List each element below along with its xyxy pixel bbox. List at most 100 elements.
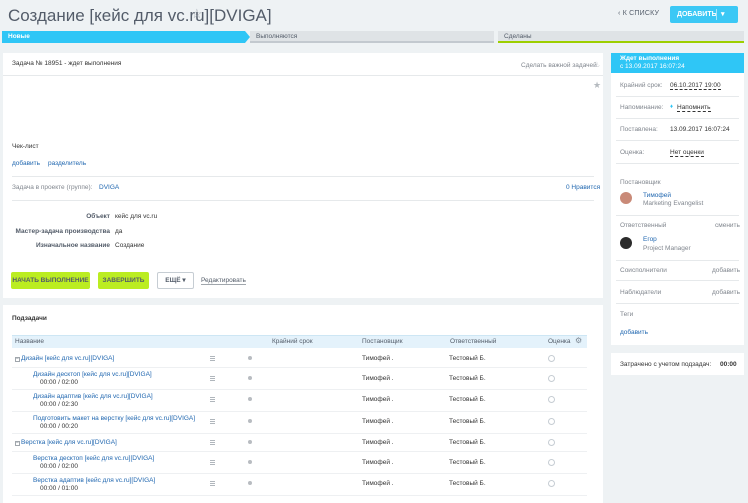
subtask-responsible[interactable]: Тестовый Б. — [449, 355, 486, 362]
divider — [3, 75, 603, 76]
responsible-name[interactable]: Егор — [643, 236, 657, 243]
row-menu-icon[interactable] — [210, 397, 215, 402]
likes-link[interactable]: 0 Нравится — [566, 184, 600, 191]
project-label: Задача в проекте (группе): — [12, 184, 93, 191]
flame-icon[interactable]: ♨ — [593, 60, 600, 69]
row-separator — [12, 367, 587, 368]
rating-value[interactable]: Нет оценки — [670, 149, 704, 157]
status-dot-icon — [248, 440, 252, 444]
edit-link[interactable]: Редактировать — [201, 277, 246, 285]
col-rating[interactable]: Оценка — [548, 338, 571, 345]
deadline-value[interactable]: 06.10.2017 19:00 — [670, 82, 721, 90]
favorite-star-icon[interactable]: ☆ — [191, 6, 203, 22]
to-list-link[interactable]: ‹ К СПИСКУ — [618, 10, 659, 17]
chevron-down-icon: ▾ — [182, 277, 186, 284]
subtask-time: 00:00 / 01:00 — [40, 485, 78, 492]
subtask-responsible[interactable]: Тестовый Б. — [449, 396, 486, 403]
gear-icon[interactable]: ⚙ — [575, 336, 582, 345]
row-menu-icon[interactable] — [210, 376, 215, 381]
row-menu-icon[interactable] — [210, 440, 215, 445]
rating-circle-icon[interactable] — [548, 375, 555, 382]
observers-add-link[interactable]: добавить — [712, 289, 740, 296]
subtask-time: 00:00 / 02:00 — [40, 463, 78, 470]
subtask-name[interactable]: Дизайн адаптив [кейс для vc.ru][DVIGA] — [33, 393, 153, 400]
row-menu-icon[interactable] — [210, 419, 215, 424]
tags-add-link[interactable]: добавить — [620, 329, 648, 336]
subtask-creator[interactable]: Тимофей . — [362, 418, 394, 425]
rating-circle-icon[interactable] — [548, 480, 555, 487]
row-menu-icon[interactable] — [210, 356, 215, 361]
responsible-change-link[interactable]: сменить — [715, 222, 740, 229]
checklist-separator-link[interactable]: разделитель — [48, 160, 86, 167]
project-link[interactable]: DVIGA — [99, 184, 119, 191]
status-dot-icon — [248, 460, 252, 464]
col-deadline[interactable]: Крайний срок — [272, 338, 313, 345]
subtask-creator[interactable]: Тимофей . — [362, 355, 394, 362]
divider — [12, 176, 594, 177]
rating-circle-icon[interactable] — [548, 355, 555, 362]
col-creator[interactable]: Постановщик — [362, 338, 403, 345]
row-menu-icon[interactable] — [210, 481, 215, 486]
start-button[interactable]: НАЧАТЬ ВЫПОЛНЕНИЕ — [11, 272, 90, 289]
row-separator — [12, 433, 587, 434]
subtask-creator[interactable]: Тимофей . — [362, 439, 394, 446]
row-menu-icon[interactable] — [210, 460, 215, 465]
bell-icon: ♦ — [670, 104, 674, 110]
subtask-creator[interactable]: Тимофей . — [362, 480, 394, 487]
col-name[interactable]: Название — [15, 338, 44, 345]
coexecutors-add-link[interactable]: добавить — [712, 267, 740, 274]
subtask-creator[interactable]: Тимофей . — [362, 459, 394, 466]
rating-circle-icon[interactable] — [548, 459, 555, 466]
creator-role: Marketing Evangelist — [643, 200, 704, 207]
status-dot-icon — [248, 376, 252, 380]
field-value-object: кейс для vc.ru — [115, 213, 158, 220]
remind-link[interactable]: Напомнить — [677, 104, 711, 112]
rating-circle-icon[interactable] — [548, 396, 555, 403]
chevron-down-icon[interactable]: ▾ — [721, 10, 725, 18]
subtask-name[interactable]: Подготовить макет на верстку [кейс для v… — [33, 415, 195, 422]
checklist-add-link[interactable]: добавить — [12, 160, 40, 167]
creator-name[interactable]: Тимофей — [643, 192, 671, 199]
add-button-label: ДОБАВИТЬ — [677, 11, 717, 18]
subtask-name[interactable]: Дизайн [кейс для vc.ru][DVIGA] — [21, 355, 114, 362]
subtask-name[interactable]: Дизайн десктоп [кейс для vc.ru][DVIGA] — [33, 371, 152, 378]
add-button[interactable]: ДОБАВИТЬ ▾ — [670, 6, 738, 23]
stage-new[interactable]: Новые — [2, 31, 245, 43]
more-button[interactable]: ЕЩЁ ▾ — [157, 272, 194, 289]
subtask-creator[interactable]: Тимофей . — [362, 396, 394, 403]
subtask-responsible[interactable]: Тестовый Б. — [449, 459, 486, 466]
finish-button[interactable]: ЗАВЕРШИТЬ — [98, 272, 149, 289]
subtask-responsible[interactable]: Тестовый Б. — [449, 480, 486, 487]
rating-circle-icon[interactable] — [548, 418, 555, 425]
tags-label: Теги — [620, 311, 634, 318]
subtask-name[interactable]: Верстка [кейс для vc.ru][DVIGA] — [21, 439, 117, 446]
responsible-avatar[interactable] — [620, 237, 632, 249]
make-important-link[interactable]: Сделать важной задачей — [521, 62, 597, 69]
subtask-name[interactable]: Верстка десктоп [кейс для vc.ru][DVIGA] — [33, 455, 154, 462]
collapse-toggle-icon[interactable]: − — [15, 357, 20, 362]
creator-avatar[interactable] — [620, 192, 632, 204]
divider — [12, 200, 594, 201]
remind-label: Напоминание: — [620, 104, 664, 111]
created-value: 13.09.2017 16:07:24 — [670, 126, 730, 133]
row-separator — [12, 473, 587, 474]
rating-circle-icon[interactable] — [548, 439, 555, 446]
time-spent-label: Затрачено с учетом подзадач: — [620, 361, 712, 368]
row-separator — [12, 495, 587, 496]
collapse-toggle-icon[interactable]: − — [15, 441, 20, 446]
subtask-responsible[interactable]: Тестовый Б. — [449, 375, 486, 382]
col-responsible[interactable]: Ответственный — [450, 338, 496, 345]
subtask-responsible[interactable]: Тестовый Б. — [449, 439, 486, 446]
divider — [616, 96, 739, 97]
status-dot-icon — [248, 419, 252, 423]
star-icon[interactable]: ★ — [593, 80, 601, 91]
divider — [616, 303, 739, 304]
subtask-time: 00:00 / 00:20 — [40, 423, 78, 430]
subtask-responsible[interactable]: Тестовый Б. — [449, 418, 486, 425]
subtask-name[interactable]: Верстка адаптив [кейс для vc.ru][DVIGA] — [33, 477, 155, 484]
subtask-creator[interactable]: Тимофей . — [362, 375, 394, 382]
field-value-master-task: да — [115, 228, 123, 235]
field-label-original-name: Изначальное название — [35, 242, 110, 249]
deadline-label: Крайний срок: — [620, 82, 663, 89]
page-title: Создание [кейс для vc.ru][DVIGA] — [8, 6, 272, 25]
